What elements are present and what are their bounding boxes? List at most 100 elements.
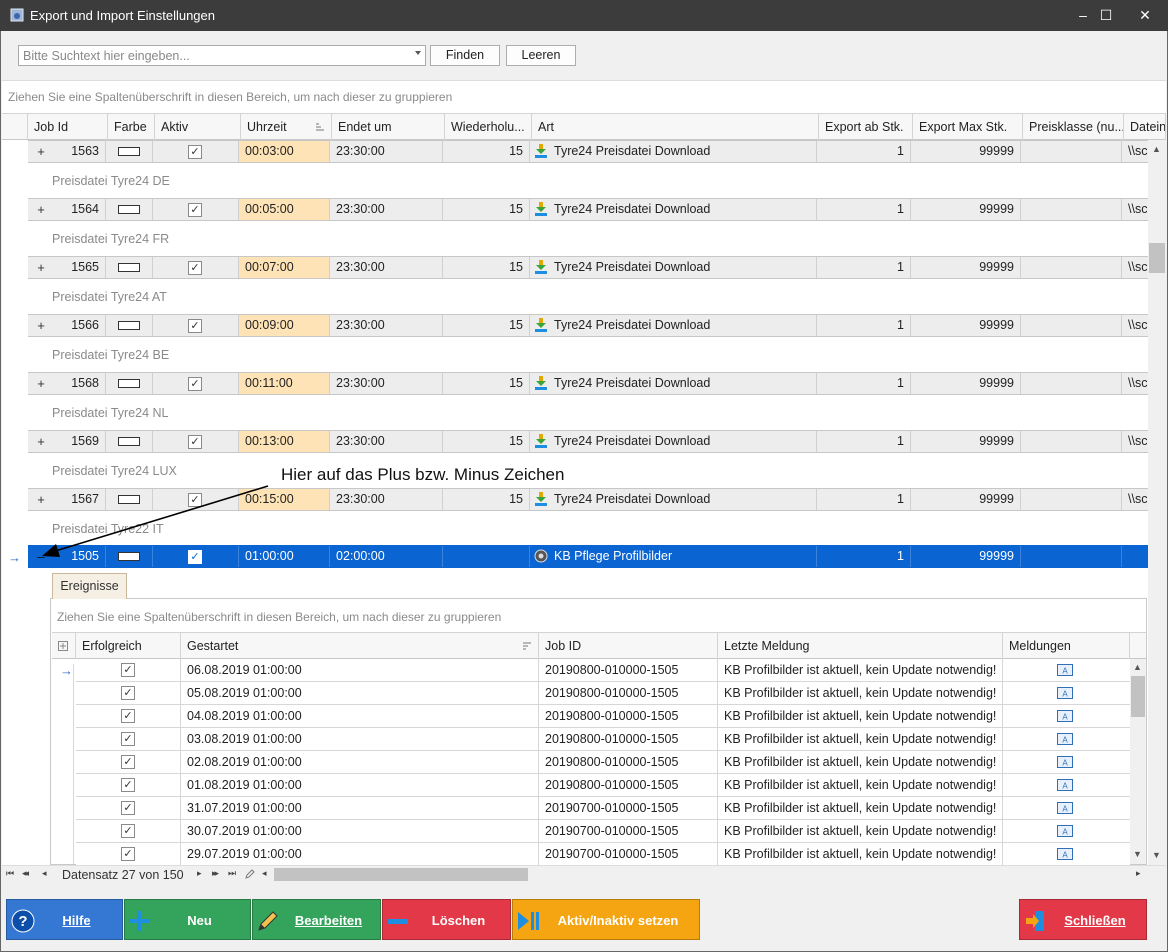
expand-toggle[interactable]: + xyxy=(34,257,48,278)
column-chooser-icon[interactable] xyxy=(58,641,68,651)
event-row[interactable]: ✓ 29.07.2019 01:00:00 20190700-010000-1505… xyxy=(76,843,1130,866)
scroll-up-icon[interactable]: ▲ xyxy=(1152,144,1161,154)
close-button[interactable]: Schließen xyxy=(1019,899,1147,940)
table-row[interactable]: +1565 ✓ 00:07:00 23:30:00 15 Tyre24 Preisdate… xyxy=(28,256,1148,279)
message-icon[interactable]: A xyxy=(1057,825,1073,837)
active-checkbox[interactable]: ✓ xyxy=(188,145,202,159)
close-window-button[interactable]: ✕ xyxy=(1122,0,1168,31)
table-row[interactable]: +1563 ✓ 00:03:00 23:30:00 15 Tyre24 Preisdate… xyxy=(28,140,1148,163)
svg-text:A: A xyxy=(1062,828,1068,837)
active-checkbox[interactable]: ✓ xyxy=(188,261,202,275)
column-header-preisklasse[interactable]: Preisklasse (nu... xyxy=(1023,114,1124,140)
export-max-cell: 99999 xyxy=(911,199,1021,220)
delete-button[interactable]: Löschen xyxy=(382,899,511,940)
event-row[interactable]: ✓ 04.08.2019 01:00:00 20190800-010000-1505… xyxy=(76,705,1130,728)
column-header-wiederholung[interactable]: Wiederholu... xyxy=(445,114,532,140)
find-button[interactable]: Finden xyxy=(430,45,500,66)
column-header-job-id[interactable]: Job Id xyxy=(28,114,108,140)
event-row[interactable]: ✓ 06.08.2019 01:00:00 20190800-010000-1505… xyxy=(76,659,1130,682)
message-icon[interactable]: A xyxy=(1057,802,1073,814)
first-record-icon[interactable]: ⏮ xyxy=(6,868,14,879)
column-header-gestartet[interactable]: Gestartet xyxy=(181,633,539,659)
search-input[interactable] xyxy=(19,46,409,65)
grid-vertical-scrollbar[interactable]: ▲ ▼ xyxy=(1148,140,1166,865)
active-checkbox[interactable]: ✓ xyxy=(188,203,202,217)
scroll-right-icon[interactable]: ▸ xyxy=(1136,868,1141,879)
active-checkbox[interactable]: ✓ xyxy=(188,435,202,449)
expand-toggle[interactable]: + xyxy=(34,431,48,452)
success-checkbox[interactable]: ✓ xyxy=(121,732,135,746)
table-row[interactable]: +1569 ✓ 00:13:00 23:30:00 15 Tyre24 Preisdate… xyxy=(28,430,1148,453)
search-combobox[interactable] xyxy=(18,45,426,66)
detail-scrollbar-thumb[interactable] xyxy=(1131,676,1145,717)
event-row[interactable]: ✓ 03.08.2019 01:00:00 20190800-010000-1505… xyxy=(76,728,1130,751)
column-header-datei[interactable]: Datein xyxy=(1124,114,1166,140)
column-header-export-max[interactable]: Export Max Stk. xyxy=(913,114,1023,140)
success-checkbox[interactable]: ✓ xyxy=(121,663,135,677)
scroll-left-icon[interactable]: ◂ xyxy=(262,868,267,879)
edit-button[interactable]: Bearbeiten xyxy=(252,899,381,940)
scrollbar-thumb[interactable] xyxy=(1149,243,1165,273)
message-icon[interactable]: A xyxy=(1057,733,1073,745)
detail-vertical-scrollbar[interactable]: ▲ ▼ xyxy=(1130,659,1146,864)
column-header-meldungen[interactable]: Meldungen xyxy=(1003,633,1130,659)
scroll-down-icon[interactable]: ▼ xyxy=(1152,850,1161,860)
message-icon[interactable]: A xyxy=(1057,848,1073,860)
previous-record-icon[interactable]: ◂ xyxy=(42,868,47,879)
message-icon[interactable]: A xyxy=(1057,664,1073,676)
column-header-erfolgreich[interactable]: Erfolgreich xyxy=(76,633,181,659)
expand-toggle[interactable]: + xyxy=(34,141,48,162)
detail-scroll-up-icon[interactable]: ▲ xyxy=(1133,662,1142,672)
event-row[interactable]: ✓ 05.08.2019 01:00:00 20190800-010000-1505… xyxy=(76,682,1130,705)
success-checkbox[interactable]: ✓ xyxy=(121,847,135,861)
success-checkbox[interactable]: ✓ xyxy=(121,686,135,700)
success-checkbox[interactable]: ✓ xyxy=(121,824,135,838)
table-row[interactable]: +1568 ✓ 00:11:00 23:30:00 15 Tyre24 Preisdate… xyxy=(28,372,1148,395)
event-row[interactable]: ✓ 02.08.2019 01:00:00 20190800-010000-1505… xyxy=(76,751,1130,774)
success-checkbox[interactable]: ✓ xyxy=(121,801,135,815)
svg-text:A: A xyxy=(1062,782,1068,791)
message-icon[interactable]: A xyxy=(1057,710,1073,722)
column-header-endet-um[interactable]: Endet um xyxy=(332,114,445,140)
column-chooser-cell[interactable] xyxy=(52,633,76,659)
dropdown-arrow-icon[interactable] xyxy=(415,51,421,55)
event-row[interactable]: ✓ 31.07.2019 01:00:00 20190700-010000-1505… xyxy=(76,797,1130,820)
event-row[interactable]: ✓ 01.08.2019 01:00:00 20190800-010000-1505… xyxy=(76,774,1130,797)
help-button[interactable]: ? Hilfe xyxy=(6,899,123,940)
active-checkbox[interactable]: ✓ xyxy=(188,377,202,391)
column-header-art[interactable]: Art xyxy=(532,114,819,140)
price-class-cell xyxy=(1021,199,1122,220)
price-class-cell xyxy=(1021,257,1122,278)
column-header-aktiv[interactable]: Aktiv xyxy=(155,114,241,140)
table-row[interactable]: +1566 ✓ 00:09:00 23:30:00 15 Tyre24 Preisdate… xyxy=(28,314,1148,337)
new-button[interactable]: Neu xyxy=(124,899,251,940)
column-header-farbe[interactable]: Farbe xyxy=(108,114,155,140)
column-header-letzte-meldung[interactable]: Letzte Meldung xyxy=(718,633,1003,659)
active-checkbox[interactable]: ✓ xyxy=(188,319,202,333)
expand-toggle[interactable]: + xyxy=(34,199,48,220)
detail-scroll-down-icon[interactable]: ▼ xyxy=(1133,849,1142,859)
last-record-icon[interactable]: ⏭ xyxy=(228,868,236,879)
previous-page-icon[interactable]: ◂◂ xyxy=(22,868,29,879)
column-header-job-id[interactable]: Job ID xyxy=(539,633,718,659)
edit-record-icon[interactable] xyxy=(245,869,255,879)
column-header-export-ab[interactable]: Export ab Stk. xyxy=(819,114,913,140)
message-icon[interactable]: A xyxy=(1057,756,1073,768)
toggle-active-button[interactable]: Aktiv/Inaktiv setzen xyxy=(512,899,700,940)
next-record-icon[interactable]: ▸ xyxy=(197,868,202,879)
event-row[interactable]: ✓ 30.07.2019 01:00:00 20190700-010000-1505… xyxy=(76,820,1130,843)
expand-toggle[interactable]: + xyxy=(34,315,48,336)
horizontal-scrollbar-thumb[interactable] xyxy=(274,868,528,881)
success-checkbox[interactable]: ✓ xyxy=(121,755,135,769)
message-icon[interactable]: A xyxy=(1057,779,1073,791)
tab-ereignisse[interactable]: Ereignisse xyxy=(52,573,127,599)
repeat-cell: 15 xyxy=(443,315,530,336)
message-icon[interactable]: A xyxy=(1057,687,1073,699)
next-page-icon[interactable]: ▸▸ xyxy=(212,868,219,879)
column-header-uhrzeit[interactable]: Uhrzeit xyxy=(241,114,332,140)
table-row[interactable]: +1564 ✓ 00:05:00 23:30:00 15 Tyre24 Preisdate… xyxy=(28,198,1148,221)
expand-toggle[interactable]: + xyxy=(34,373,48,394)
success-checkbox[interactable]: ✓ xyxy=(121,778,135,792)
clear-button[interactable]: Leeren xyxy=(506,45,576,66)
success-checkbox[interactable]: ✓ xyxy=(121,709,135,723)
